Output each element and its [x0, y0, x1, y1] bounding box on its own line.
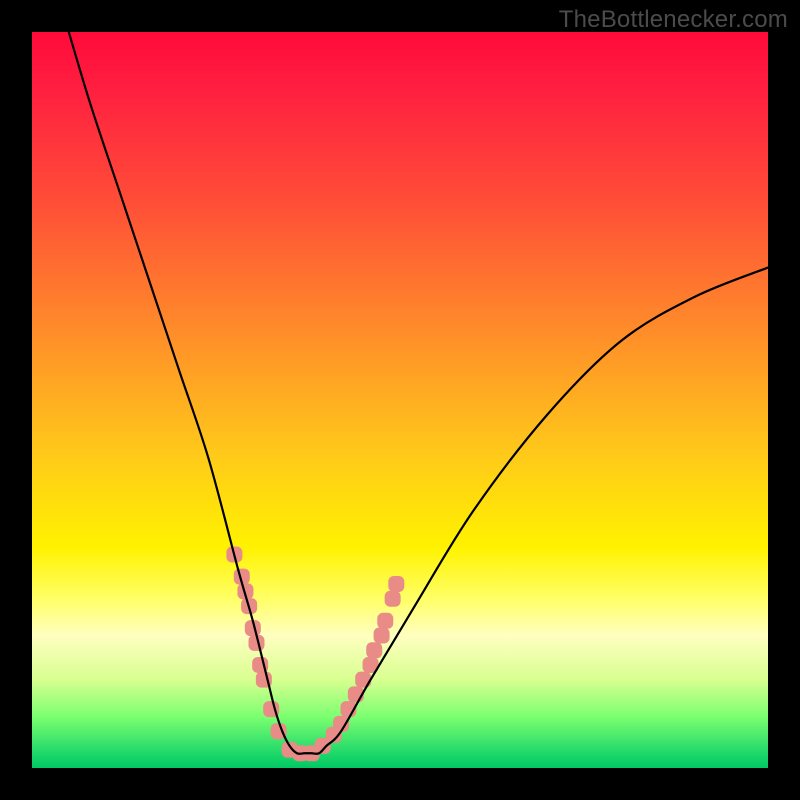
highlight-dot [385, 591, 401, 607]
chart-svg [32, 32, 768, 768]
highlight-dot [377, 613, 393, 629]
highlight-dot [374, 628, 390, 644]
bottleneck-curve [69, 32, 768, 754]
marker-layer [226, 547, 404, 762]
highlight-dot [388, 576, 404, 592]
chart-frame: TheBottlenecker.com [0, 0, 800, 800]
watermark-label: TheBottlenecker.com [559, 6, 788, 34]
plot-area [32, 32, 768, 768]
highlight-dot [366, 642, 382, 658]
highlight-dot [355, 672, 371, 688]
